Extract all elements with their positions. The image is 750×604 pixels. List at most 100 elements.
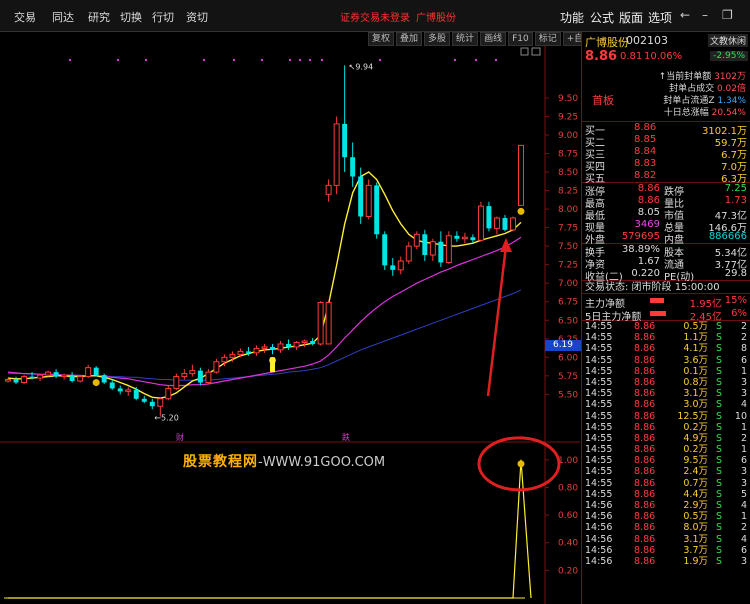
tick-row: 14:56 8.86 3.1万 S 4 xyxy=(582,534,750,545)
tick-list[interactable]: 14:55 8.86 0.5万 S 2 14:55 8.86 1.1万 S 2 14:55 8.86 4… xyxy=(582,321,750,567)
tick-volume: 2.9万 xyxy=(683,500,708,511)
candle-body xyxy=(53,372,59,377)
restore-window-icon[interactable]: ❐ xyxy=(722,8,733,22)
tick-side: S xyxy=(716,511,723,523)
tick-row: 14:55 8.86 4.9万 S 2 xyxy=(582,433,750,444)
tick-row: 14:56 8.86 8.0万 S 2 xyxy=(582,522,750,533)
menu-options[interactable]: 选项 xyxy=(648,9,672,26)
top-menu-bar: 交易 同达 研究 切换 行切 资切 证券交易未登录 广博股份 功能 公式 版面 选… xyxy=(0,0,750,32)
tick-price: 8.86 xyxy=(634,466,656,478)
back-arrow-icon[interactable]: ← xyxy=(680,8,690,22)
candle-body xyxy=(470,237,476,241)
tick-price: 8.86 xyxy=(634,321,656,332)
sector-label[interactable]: 文教休闲 xyxy=(707,34,748,47)
watermark-url: -WWW.91GOO.COM xyxy=(258,455,386,470)
tick-time: 14:56 xyxy=(585,511,613,523)
tick-row: 14:55 8.86 3.0万 S 4 xyxy=(582,399,750,410)
tick-time: 14:55 xyxy=(585,432,613,444)
signal-dot xyxy=(116,58,120,62)
toolbar-button-5[interactable]: F10 xyxy=(508,32,533,46)
menu-tongda[interactable]: 同达 xyxy=(52,9,74,25)
menu-layout[interactable]: 版面 xyxy=(619,9,643,26)
tick-price: 8.86 xyxy=(634,399,656,411)
price-change: 0.81 xyxy=(620,51,643,62)
tick-side: S xyxy=(716,466,723,478)
menu-switch[interactable]: 切换 xyxy=(120,9,142,25)
tick-row: 14:55 8.86 0.2万 S 1 xyxy=(582,444,750,455)
price-axis-label: 7.50 xyxy=(558,242,578,252)
candle-body xyxy=(245,351,251,353)
candle-body xyxy=(173,376,180,389)
toolbar-button-1[interactable]: 叠加 xyxy=(396,32,423,46)
kline-chart[interactable]: 9.50 9.25 9.00 8.75 8.50 8.25 8.00 7.75 7.50 7.25… xyxy=(0,46,580,604)
tick-side: S xyxy=(716,388,723,400)
ma-line-magenta xyxy=(7,236,522,387)
menu-trade[interactable]: 交易 xyxy=(14,9,36,25)
price-axis-label: 8.75 xyxy=(558,150,578,160)
candle-body xyxy=(133,389,139,399)
tick-price: 8.86 xyxy=(634,388,656,400)
tick-side: S xyxy=(716,354,723,366)
signal-dot xyxy=(320,58,324,62)
price-axis-label: 8.00 xyxy=(558,205,578,215)
price-axis-label: 6.50 xyxy=(558,316,578,326)
quote-panel: 广博股份 002103 文教休闲 8.86 0.81 10.06% -2.95%… xyxy=(581,32,750,604)
tick-volume: 3.1万 xyxy=(683,533,708,545)
tick-count: 3 xyxy=(740,466,747,478)
menu-function[interactable]: 功能 xyxy=(560,9,584,26)
order-price: 8.82 xyxy=(634,170,657,181)
tick-time: 14:55 xyxy=(585,421,613,433)
tick-count: 6 xyxy=(740,455,747,467)
tick-volume: 0.5万 xyxy=(683,321,708,332)
tick-side: S xyxy=(716,376,723,388)
order-book-row[interactable]: 买三 8.84 6.7万 xyxy=(582,146,750,161)
tick-count: 4 xyxy=(740,399,747,411)
order-book-row[interactable]: 买一 8.86 3102.1万 xyxy=(582,122,750,137)
login-status: 证券交易未登录 广博股份 xyxy=(340,9,456,24)
watermark-cn: 股票教程网 xyxy=(183,454,258,470)
toolbar-button-3[interactable]: 统计 xyxy=(452,32,479,46)
candle-body xyxy=(197,370,203,383)
minimize-icon[interactable]: – xyxy=(702,8,708,22)
tick-count: 3 xyxy=(740,376,747,388)
signal-dot xyxy=(144,58,148,62)
toolbar-button-0[interactable]: 复权 xyxy=(368,32,395,46)
tick-price: 8.86 xyxy=(634,455,656,467)
candle-body xyxy=(477,205,484,241)
toolbar-button-6[interactable]: 标记 xyxy=(534,32,561,46)
candle-body xyxy=(390,265,396,270)
tick-time: 14:55 xyxy=(585,466,613,478)
diamond-icon xyxy=(520,47,529,56)
money-bag-icon xyxy=(517,207,525,215)
candle-body xyxy=(429,241,436,256)
menu-formula[interactable]: 公式 xyxy=(590,9,614,26)
stat-row: 换手 38.89% 股本 5.34亿 xyxy=(582,244,750,259)
tick-price: 8.86 xyxy=(634,511,656,523)
order-book-row[interactable]: 买二 8.85 59.7万 xyxy=(582,134,750,149)
price-axis-marker: 6.19 xyxy=(545,340,581,351)
stat-value: 7.25 xyxy=(724,183,747,194)
signal-dot xyxy=(453,58,457,62)
tick-volume: 12.5万 xyxy=(677,410,708,422)
candle-body xyxy=(422,234,428,256)
tick-row: 14:55 8.86 12.5万 S 10 xyxy=(582,411,750,422)
candle-body xyxy=(93,367,99,376)
watermark: 股票教程网-WWW.91GOO.COM xyxy=(183,451,385,471)
toolbar-button-2[interactable]: 多股 xyxy=(424,32,451,46)
tick-volume: 1.9万 xyxy=(683,555,708,567)
order-book-row[interactable]: 买五 8.82 6.3万 xyxy=(582,170,750,185)
candle-body xyxy=(310,341,316,344)
toolbar-button-4[interactable]: 画线 xyxy=(480,32,507,46)
candle-body xyxy=(365,184,372,218)
candle-body xyxy=(253,347,260,354)
price-axis-label: 7.00 xyxy=(558,279,578,289)
tick-side: S xyxy=(716,444,723,456)
tick-volume: 8.0万 xyxy=(683,522,708,534)
order-book-row[interactable]: 买四 8.83 7.0万 xyxy=(582,158,750,173)
menu-asset-switch[interactable]: 资切 xyxy=(186,9,208,25)
menu-research[interactable]: 研究 xyxy=(88,9,110,25)
tick-price: 8.86 xyxy=(634,376,656,388)
menu-row-switch[interactable]: 行切 xyxy=(152,9,174,25)
tick-volume: 0.2万 xyxy=(683,444,708,456)
price-axis-label: 9.00 xyxy=(558,131,578,141)
